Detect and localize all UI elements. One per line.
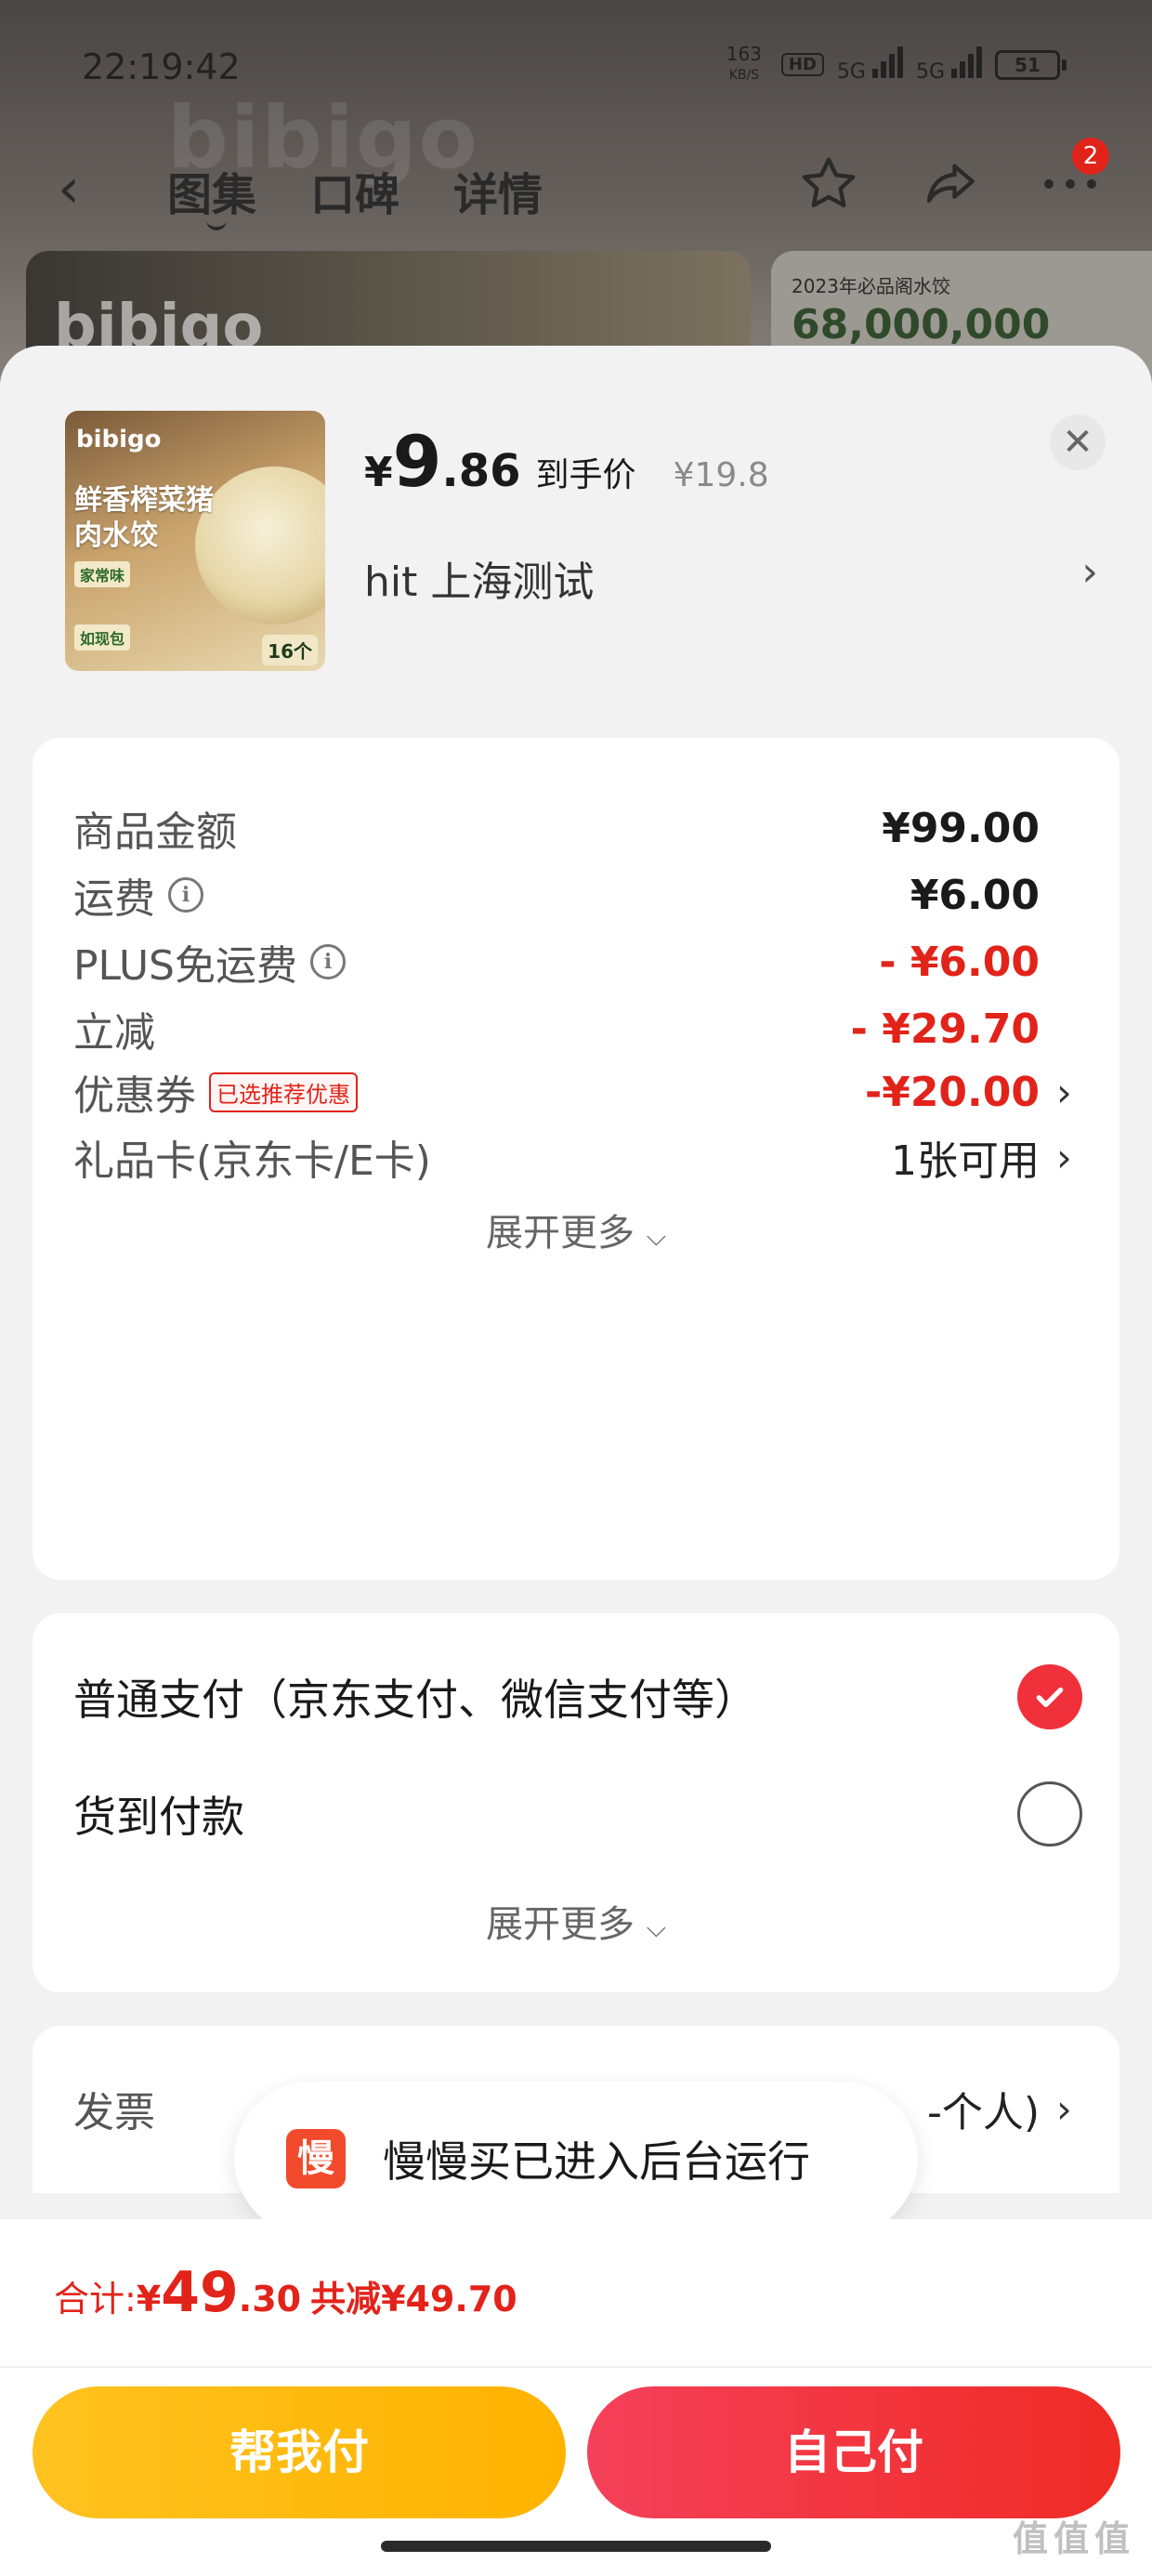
chevron-down-icon: ⌵ bbox=[646, 1912, 666, 1943]
product-thumbnail: bibigo 鲜香榨菜猪肉水饺 家常味 如现包 16个 bbox=[65, 411, 325, 671]
checkout-footer: 合计: ¥ 49 .30 共减¥49.70 帮我付 自己付 值值值 bbox=[0, 2219, 1152, 2576]
nav-tabs: 图集 口碑 详情 bbox=[167, 158, 543, 230]
network-speed: 163 KB/S bbox=[726, 43, 762, 83]
fee-row-discount: 立减 - ¥29.70 bbox=[73, 1005, 1040, 1058]
hd-indicator: HD bbox=[780, 53, 824, 76]
spec-text: hit 上海测试 bbox=[364, 559, 595, 606]
fee-row-coupon[interactable]: 优惠券 已选推荐优惠 -¥20.00 › bbox=[73, 1059, 1075, 1124]
signal-icon bbox=[951, 46, 982, 78]
home-indicator[interactable] bbox=[381, 2541, 771, 2552]
more-badge: 2 bbox=[1072, 138, 1109, 175]
nav-actions: 2 bbox=[793, 138, 1109, 219]
payment-method-card: 普通支付（京东支付、微信支付等） 货到付款 展开更多 ⌵ bbox=[33, 1613, 1119, 1992]
favorite-star-icon[interactable] bbox=[793, 149, 864, 219]
price-label: 到手价 bbox=[535, 456, 636, 494]
back-icon[interactable]: ‹ bbox=[58, 156, 80, 221]
network-5g-1: 5G bbox=[837, 46, 903, 84]
chevron-right-icon: › bbox=[1056, 1069, 1072, 1115]
original-price: ¥19.8 bbox=[673, 456, 769, 494]
top-nav: ‹ 图集 口碑 详情 2 bbox=[0, 138, 1152, 230]
network-5g-2: 5G bbox=[916, 46, 982, 84]
spec-selector[interactable]: hit 上海测试 › bbox=[364, 548, 1098, 608]
expand-more-payment[interactable]: 展开更多 ⌵ bbox=[33, 1894, 1119, 1948]
info-icon[interactable]: i bbox=[310, 944, 346, 979]
status-indicators: 163 KB/S HD 5G 5G 51 bbox=[720, 45, 1067, 85]
payment-option-online[interactable]: 普通支付（京东支付、微信支付等） bbox=[73, 1660, 1082, 1734]
tab-gallery[interactable]: 图集 bbox=[167, 158, 256, 230]
tab-reviews[interactable]: 口碑 bbox=[310, 158, 399, 223]
product-summary: bibigo 鲜香榨菜猪肉水饺 家常味 如现包 16个 ¥ 9 .86 到手价 … bbox=[0, 346, 1152, 727]
share-icon[interactable] bbox=[914, 149, 985, 219]
payment-option-cod[interactable]: 货到付款 bbox=[73, 1777, 1082, 1851]
chevron-right-icon: › bbox=[1081, 548, 1098, 596]
signal-icon bbox=[871, 46, 903, 78]
toast-message: 慢慢买已进入后台运行 bbox=[383, 2136, 810, 2187]
manmanmai-app-icon: 慢 bbox=[286, 2129, 346, 2188]
radio-checked-icon[interactable] bbox=[1017, 1664, 1082, 1729]
total-saved: 共减¥49.70 bbox=[310, 2279, 517, 2320]
chevron-down-icon: ⌵ bbox=[646, 1221, 666, 1252]
fee-row-shipping: 运费 i ¥6.00 bbox=[73, 871, 1040, 924]
fee-row-goods: 商品金额 ¥99.00 bbox=[73, 804, 1040, 857]
battery-icon: 51 bbox=[995, 49, 1067, 80]
more-icon[interactable]: 2 bbox=[1035, 138, 1109, 219]
radio-unchecked-icon[interactable] bbox=[1017, 1781, 1082, 1847]
info-icon[interactable]: i bbox=[168, 877, 203, 913]
help-me-pay-button[interactable]: 帮我付 bbox=[33, 2386, 566, 2518]
background-page: bibigo 22:19:42 163 KB/S HD 5G 5G 51 ‹ 图… bbox=[0, 0, 1152, 390]
close-button[interactable]: ✕ bbox=[1050, 414, 1106, 470]
site-watermark: 值值值 bbox=[1012, 2518, 1135, 2559]
fee-row-plus-free-shipping: PLUS免运费 i - ¥6.00 bbox=[73, 938, 1040, 991]
coupon-tag: 已选推荐优惠 bbox=[209, 1071, 358, 1112]
final-price: ¥ 9 .86 到手价 ¥19.8 bbox=[364, 420, 769, 503]
fee-breakdown-card: 商品金额 ¥99.00 运费 i ¥6.00 PLUS免运费 i - ¥6.00… bbox=[33, 738, 1119, 1580]
expand-more-fees[interactable]: 展开更多 ⌵ bbox=[33, 1203, 1119, 1256]
divider bbox=[0, 2366, 1152, 2368]
pay-myself-button[interactable]: 自己付 bbox=[587, 2386, 1120, 2518]
dumpling-image bbox=[195, 467, 325, 624]
background-running-toast: 慢 慢慢买已进入后台运行 bbox=[234, 2082, 918, 2236]
fee-row-gift-card[interactable]: 礼品卡(京东卡/E卡) 1张可用 › bbox=[73, 1124, 1075, 1189]
tab-details[interactable]: 详情 bbox=[453, 158, 543, 223]
chevron-right-icon: › bbox=[1056, 1134, 1072, 1180]
status-bar: 22:19:42 163 KB/S HD 5G 5G 51 bbox=[0, 37, 1152, 102]
status-time: 22:19:42 bbox=[82, 46, 241, 87]
chevron-right-icon: › bbox=[1056, 2085, 1072, 2132]
order-total: 合计: ¥ 49 .30 共减¥49.70 bbox=[54, 2260, 517, 2325]
